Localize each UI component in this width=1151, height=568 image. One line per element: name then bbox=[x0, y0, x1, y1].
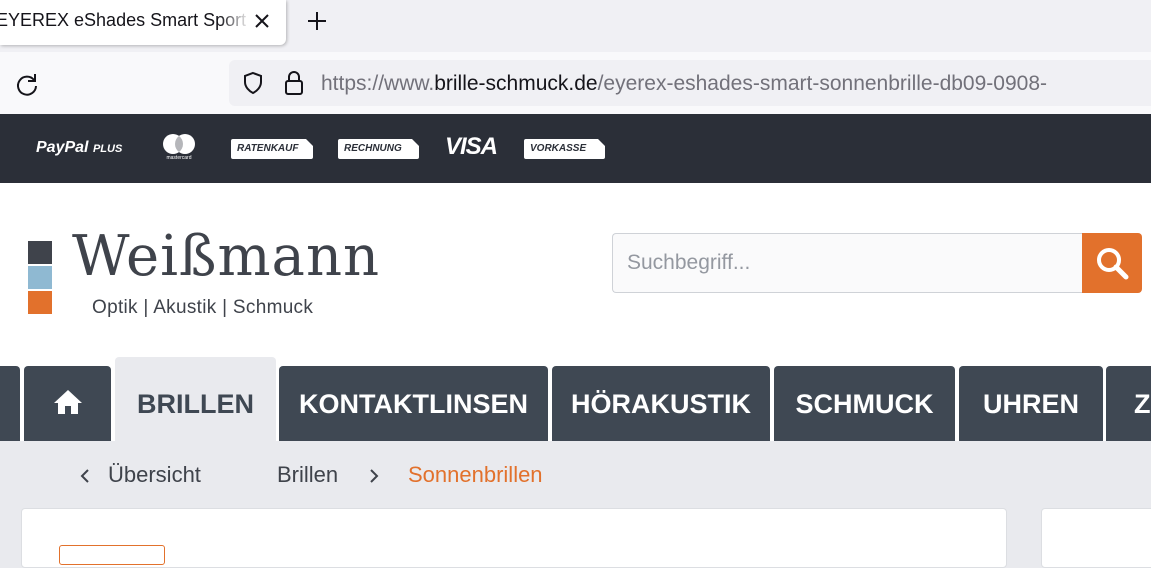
logo-tagline: Optik | Akustik | Schmuck bbox=[92, 297, 314, 318]
main-navigation: BRILLEN KONTAKTLINSEN HÖRAKUSTIK SCHMUCK… bbox=[0, 357, 1151, 441]
browser-navigation-bar: https://www.brille-schmuck.de/eyerex-esh… bbox=[0, 52, 1151, 114]
nav-item-kontaktlinsen[interactable]: KONTAKTLINSEN bbox=[279, 366, 548, 441]
nav-item-brillen[interactable]: BRILLEN bbox=[115, 357, 276, 441]
address-bar[interactable]: https://www.brille-schmuck.de/eyerex-esh… bbox=[229, 60, 1151, 106]
side-card bbox=[1041, 508, 1151, 568]
chevron-right-icon bbox=[370, 469, 379, 483]
paypal-plus-logo: PayPal PLUS bbox=[36, 139, 122, 157]
browser-tab[interactable]: EYEREX eShades Smart Sport Sonnenbrille bbox=[0, 0, 286, 45]
search-icon bbox=[1097, 248, 1129, 280]
payment-methods-bar: PayPal PLUS mastercard RATENKAUF RECHNUN… bbox=[0, 114, 1151, 183]
product-badge bbox=[59, 545, 165, 565]
breadcrumb-parent-link[interactable]: Brillen bbox=[277, 462, 338, 488]
browser-tab-strip: EYEREX eShades Smart Sport Sonnenbrille bbox=[0, 0, 1151, 52]
url-path: /eyerex-eshades-smart-sonnenbrille-db09-… bbox=[597, 72, 1047, 95]
nav-item-schmuck[interactable]: SCHMUCK bbox=[774, 366, 955, 441]
nav-item-hoerakustik[interactable]: HÖRAKUSTIK bbox=[552, 366, 770, 441]
new-tab-plus-icon[interactable] bbox=[305, 9, 329, 33]
vorkasse-badge: VORKASSE bbox=[524, 139, 605, 159]
logo-bar-orange bbox=[28, 291, 52, 314]
mastercard-logo: mastercard bbox=[160, 133, 198, 163]
ratenkauf-badge: RATENKAUF bbox=[231, 139, 313, 159]
rechnung-badge: RECHNUNG bbox=[338, 139, 419, 159]
search-input[interactable] bbox=[612, 233, 1084, 293]
logo-bar-blue bbox=[28, 266, 52, 289]
visa-logo: VISA bbox=[445, 133, 498, 160]
site-header: Weißmann Optik | Akustik | Schmuck bbox=[0, 183, 1151, 366]
home-icon bbox=[53, 390, 82, 414]
nav-item-partial-left[interactable] bbox=[0, 366, 20, 441]
reload-icon[interactable] bbox=[14, 72, 40, 98]
mastercard-label: mastercard bbox=[166, 155, 192, 161]
nav-item-partial-right[interactable]: Z bbox=[1106, 366, 1151, 441]
logo-wordmark[interactable]: Weißmann bbox=[72, 229, 380, 285]
paypal-label: PayPal bbox=[36, 139, 89, 156]
product-card bbox=[21, 508, 1007, 568]
mastercard-circles-icon bbox=[163, 134, 195, 154]
url-prefix: https://www. bbox=[321, 72, 435, 95]
chevron-left-icon[interactable] bbox=[79, 468, 91, 484]
logo-color-bars[interactable] bbox=[28, 241, 52, 316]
paypal-suffix: PLUS bbox=[92, 143, 123, 155]
url-domain: brille-schmuck.de bbox=[434, 72, 598, 95]
nav-item-home[interactable] bbox=[24, 366, 111, 441]
logo-bar-dark bbox=[28, 241, 52, 264]
breadcrumb-back-link[interactable]: Übersicht bbox=[108, 462, 201, 488]
nav-item-uhren[interactable]: UHREN bbox=[959, 366, 1103, 441]
url-text[interactable]: https://www.brille-schmuck.de/eyerex-esh… bbox=[321, 72, 1047, 96]
shield-icon[interactable] bbox=[241, 71, 265, 95]
tab-title: EYEREX eShades Smart Sport Sonnenbrille bbox=[0, 10, 250, 30]
close-icon[interactable] bbox=[252, 10, 272, 32]
search-button[interactable] bbox=[1082, 233, 1142, 293]
lock-icon[interactable] bbox=[283, 70, 305, 96]
breadcrumb-current[interactable]: Sonnenbrillen bbox=[408, 462, 543, 488]
breadcrumb: Übersicht Brillen Sonnenbrillen bbox=[0, 441, 1151, 509]
